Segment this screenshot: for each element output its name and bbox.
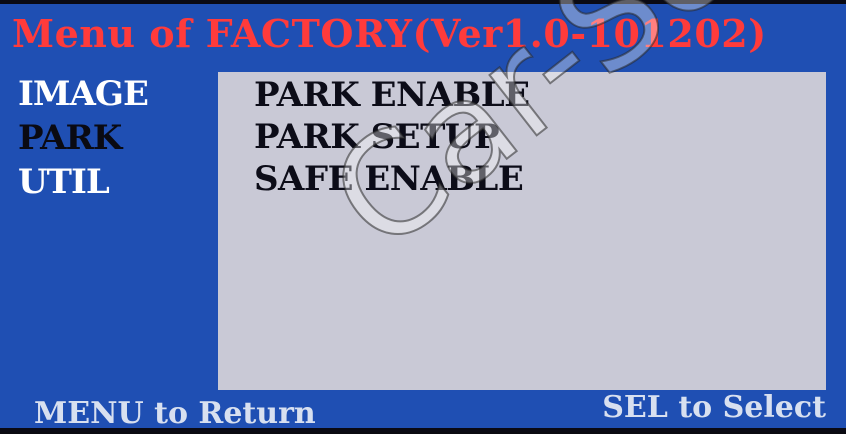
submenu-panel: PARK ENABLE PARK SETUP SAFE ENABLE: [218, 72, 826, 390]
side-menu: IMAGE PARK UTIL: [18, 72, 208, 204]
footer-select-hint: SEL to Select: [602, 390, 826, 425]
submenu-item-safe-enable[interactable]: SAFE ENABLE: [254, 158, 826, 200]
title-main: FACTORY(Ver1.0-101202): [205, 11, 767, 56]
submenu-item-park-enable[interactable]: PARK ENABLE: [254, 74, 826, 116]
page-title: Menu of FACTORY(Ver1.0-101202): [12, 10, 767, 58]
side-menu-item-park[interactable]: PARK: [18, 116, 208, 160]
side-menu-item-util[interactable]: UTIL: [18, 160, 208, 204]
submenu-item-park-setup[interactable]: PARK SETUP: [254, 116, 826, 158]
footer-return-hint: MENU to Return: [34, 396, 316, 431]
side-menu-item-image[interactable]: IMAGE: [18, 72, 208, 116]
factory-menu-screen: Menu of FACTORY(Ver1.0-101202) IMAGE PAR…: [0, 0, 846, 432]
title-prefix: Menu of: [12, 11, 192, 56]
